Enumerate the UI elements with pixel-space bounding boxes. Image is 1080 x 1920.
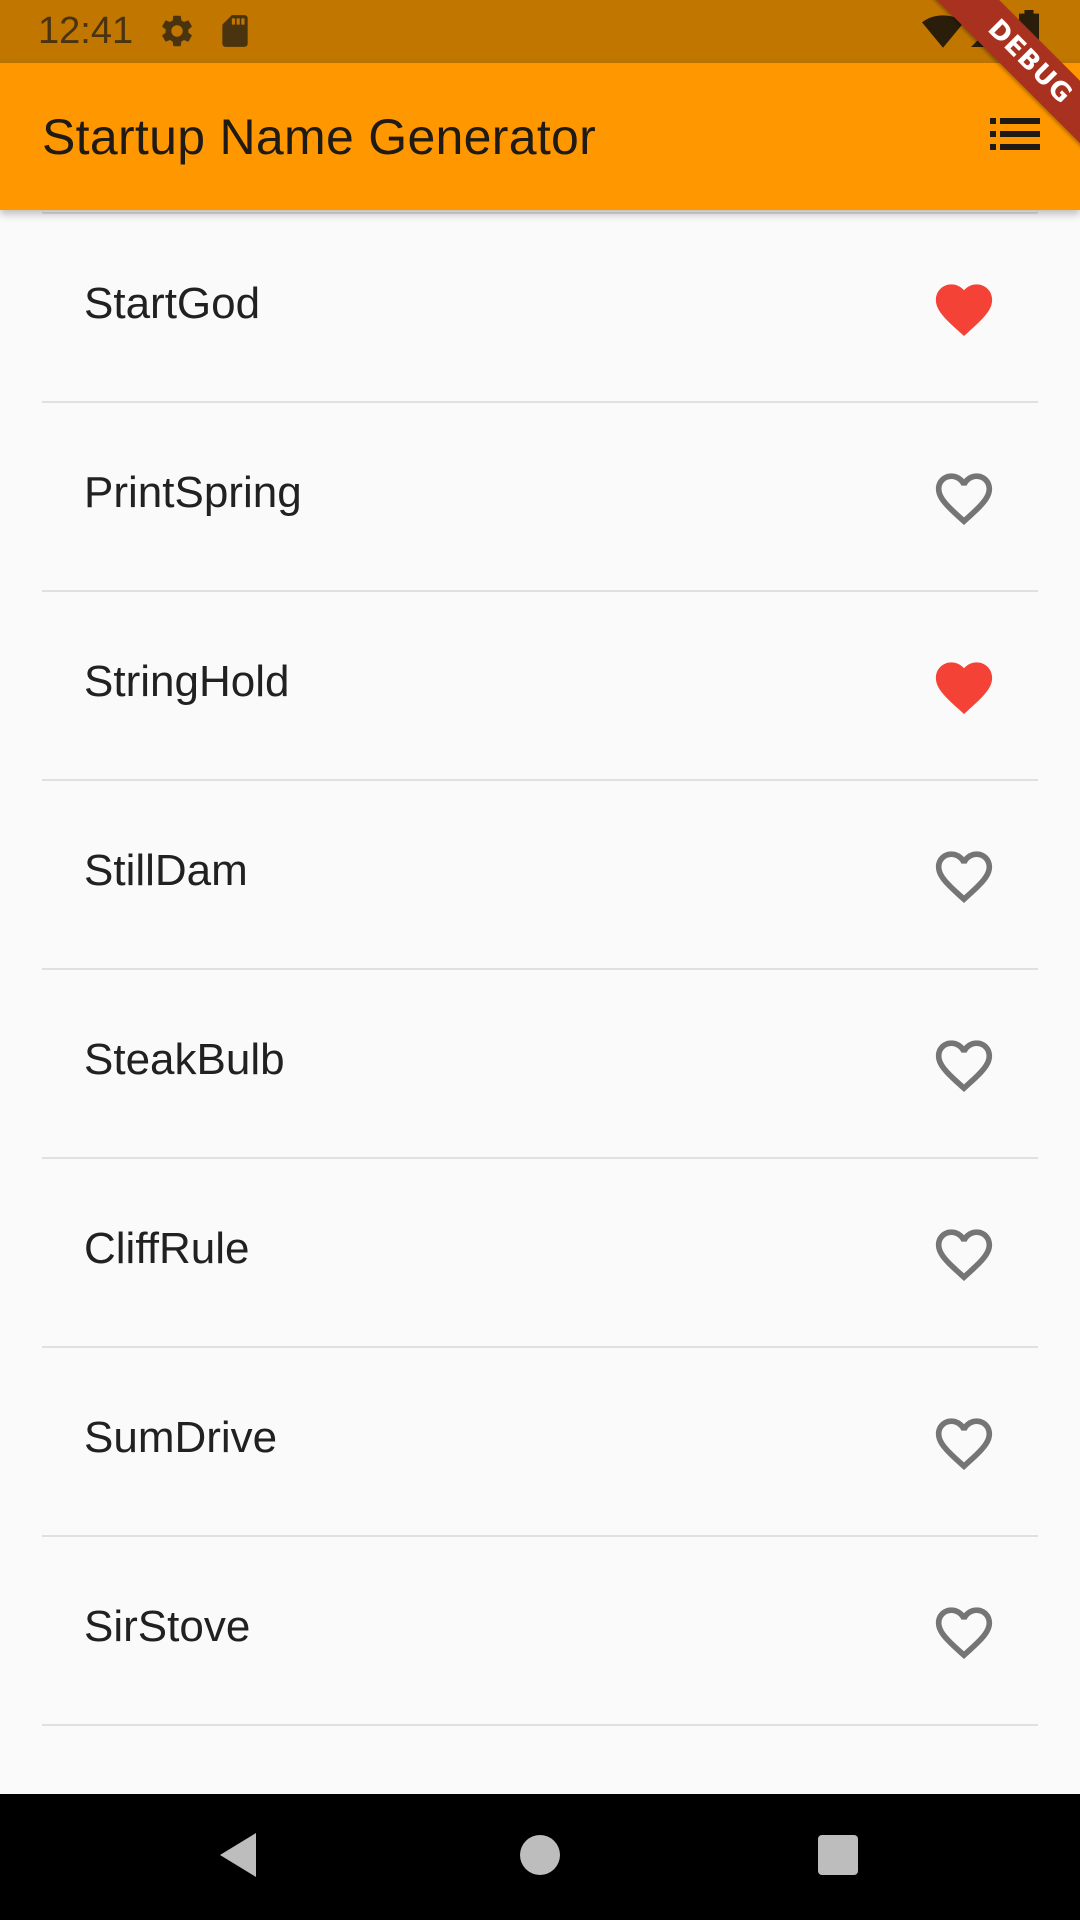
- favorite-icon[interactable]: [935, 283, 993, 337]
- list-icon: [990, 117, 1040, 155]
- list-item[interactable]: CliffRule: [42, 1159, 1038, 1348]
- favorite-border-icon[interactable]: [935, 850, 993, 904]
- home-button[interactable]: [510, 1827, 570, 1887]
- favorite-icon[interactable]: [935, 661, 993, 715]
- recents-button[interactable]: [808, 1827, 868, 1887]
- status-bar: 12:41: [0, 0, 1080, 63]
- list-item[interactable]: StillDam: [42, 781, 1038, 970]
- list-item[interactable]: SteakBulb: [42, 970, 1038, 1159]
- list-item-label: CliffRule: [84, 1224, 250, 1273]
- app-screen: 12:41 Startup Name Generator DEBUG Start…: [0, 0, 1080, 1920]
- name-list[interactable]: StartGod PrintSpring StringHold StillDam…: [0, 210, 1080, 1794]
- list-item[interactable]: StartGod: [42, 214, 1038, 403]
- back-button[interactable]: [208, 1827, 268, 1887]
- list-item[interactable]: StringHold: [42, 592, 1038, 781]
- saved-list-button[interactable]: [980, 101, 1050, 171]
- list-item-label: SumDrive: [84, 1413, 278, 1462]
- sd-card-icon: [216, 12, 254, 55]
- favorite-border-icon[interactable]: [935, 472, 993, 526]
- list-item-label: StringHold: [84, 657, 290, 706]
- status-time: 12:41: [38, 10, 134, 52]
- list-item-label: StartGod: [84, 279, 261, 328]
- recents-icon: [818, 1834, 858, 1880]
- gear-icon: [158, 12, 196, 55]
- system-nav-bar: [0, 1794, 1080, 1920]
- favorite-border-icon[interactable]: [935, 1417, 993, 1471]
- app-title: Startup Name Generator: [42, 109, 597, 165]
- list-item[interactable]: PrintSpring: [42, 403, 1038, 592]
- list-item-label: PrintSpring: [84, 468, 302, 517]
- list-item-label: SteakBulb: [84, 1035, 285, 1084]
- favorite-border-icon[interactable]: [935, 1039, 993, 1093]
- list-item-label: SirStove: [84, 1602, 251, 1651]
- home-icon: [520, 1834, 560, 1880]
- app-bar: Startup Name Generator: [0, 63, 1080, 210]
- favorite-border-icon[interactable]: [935, 1606, 993, 1660]
- list-item[interactable]: SirStove: [42, 1537, 1038, 1726]
- list-item-label: StillDam: [84, 846, 248, 895]
- favorite-border-icon[interactable]: [935, 1228, 993, 1282]
- back-icon: [216, 1831, 260, 1884]
- list-item[interactable]: SumDrive: [42, 1348, 1038, 1537]
